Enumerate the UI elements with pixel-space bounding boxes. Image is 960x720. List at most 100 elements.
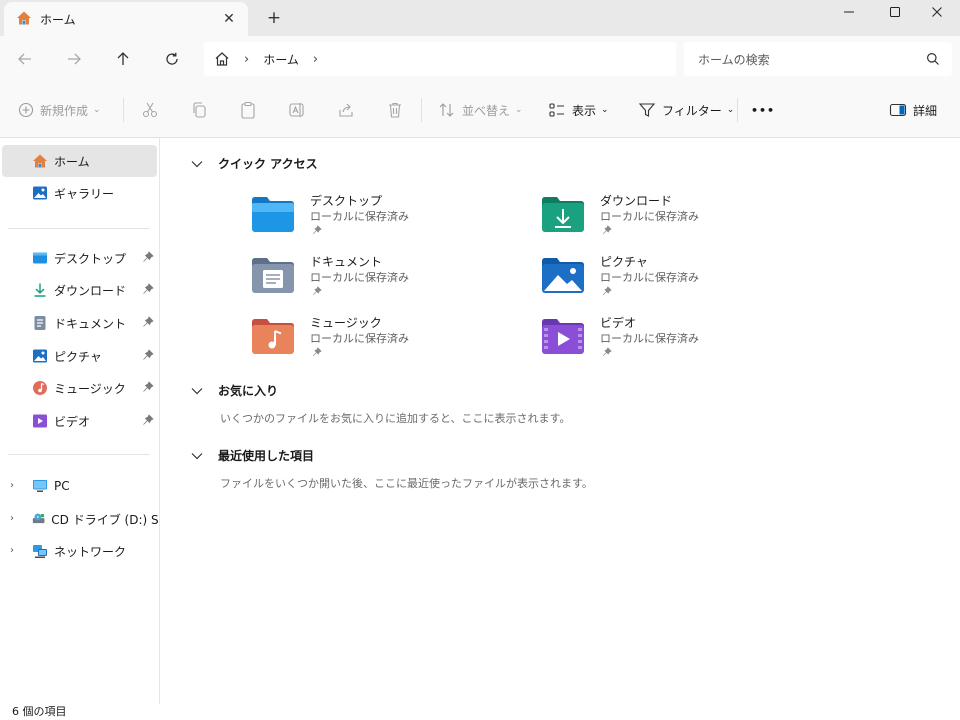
quick-access-item-documents[interactable]: ドキュメント ローカルに保存済み — [250, 253, 510, 313]
filter-button[interactable]: フィルター ⌄ — [638, 96, 734, 124]
sidebar-item-label: ホーム — [54, 154, 90, 169]
chevron-right-icon[interactable]: › — [10, 513, 14, 524]
home-icon — [33, 154, 47, 168]
chevron-down-icon[interactable] — [190, 160, 204, 168]
pin-icon[interactable] — [142, 316, 154, 328]
chevron-right-icon[interactable]: › — [244, 52, 249, 67]
item-name: ピクチャ — [600, 255, 648, 269]
back-button[interactable] — [12, 46, 38, 72]
sidebar-item-desktop[interactable]: デスクトップ — [0, 242, 158, 274]
sidebar-item-network[interactable]: › ネットワーク — [0, 535, 158, 567]
sidebar-divider — [8, 228, 150, 229]
sidebar-item-home[interactable]: ホーム — [2, 145, 157, 177]
sidebar-item-label: ドキュメント — [54, 316, 127, 331]
sidebar-item-documents[interactable]: ドキュメント — [0, 307, 158, 339]
filter-label: フィルター — [662, 103, 722, 118]
refresh-button[interactable] — [159, 46, 185, 72]
music-icon — [33, 381, 47, 395]
recent-empty-message: ファイルをいくつか開いた後、ここに最近使ったファイルが表示されます。 — [220, 477, 593, 490]
pin-icon — [313, 286, 322, 295]
quick-access-item-desktop[interactable]: デスクトップ ローカルに保存済み — [250, 192, 510, 252]
pin-icon — [603, 286, 612, 295]
sidebar-item-label: ピクチャ — [54, 349, 102, 364]
pin-icon — [603, 347, 612, 356]
search-input[interactable]: ホームの検索 — [684, 42, 952, 76]
pin-icon[interactable] — [142, 414, 154, 426]
chevron-down-icon: ⌄ — [515, 105, 523, 115]
details-pane-button[interactable]: 詳細 — [889, 96, 937, 124]
sidebar-item-pc[interactable]: › PC — [0, 470, 158, 502]
chevron-right-icon[interactable]: › — [10, 480, 14, 491]
delete-button[interactable] — [386, 96, 404, 124]
section-title: お気に入り — [218, 384, 279, 398]
chevron-down-icon[interactable] — [190, 387, 204, 395]
search-icon[interactable] — [926, 52, 940, 66]
rename-button[interactable] — [288, 96, 306, 124]
command-bar: 新規作成 ⌄ 並べ替え ⌄ 表示 ⌄ フィルター ⌄ ••• 詳細 — [0, 82, 960, 138]
minimize-button[interactable] — [826, 0, 872, 24]
breadcrumb-home[interactable]: ホーム — [263, 51, 299, 68]
address-bar[interactable]: › ホーム › — [204, 42, 676, 76]
item-status: ローカルに保存済み — [310, 271, 409, 284]
chevron-right-icon[interactable]: › — [313, 52, 318, 67]
item-name: ビデオ — [600, 316, 637, 330]
chevron-down-icon: ⌄ — [601, 105, 609, 115]
view-list-icon — [549, 103, 564, 117]
arrow-right-icon — [68, 53, 81, 65]
cut-button[interactable] — [141, 96, 159, 124]
paste-button[interactable] — [239, 96, 257, 124]
arrow-up-icon — [117, 52, 129, 65]
chevron-down-icon[interactable] — [190, 452, 204, 460]
quick-access-item-downloads[interactable]: ダウンロード ローカルに保存済み — [540, 192, 800, 252]
section-quick-access[interactable]: クイック アクセス — [190, 155, 318, 172]
sidebar-item-gallery[interactable]: ギャラリー — [0, 177, 158, 209]
pin-icon[interactable] — [142, 349, 154, 361]
sidebar-item-label: ダウンロード — [54, 283, 127, 298]
pictures-folder-icon — [542, 258, 584, 293]
title-bar: ホーム ✕ + — [0, 0, 960, 36]
status-bar: 6 個の項目 — [0, 704, 960, 720]
pin-icon[interactable] — [142, 381, 154, 393]
sidebar-item-music[interactable]: ミュージック — [0, 372, 158, 404]
section-favorites[interactable]: お気に入り — [190, 382, 278, 399]
item-status: ローカルに保存済み — [600, 210, 699, 223]
filter-icon — [638, 103, 656, 117]
details-label: 詳細 — [913, 103, 938, 118]
sidebar-item-pictures[interactable]: ピクチャ — [0, 340, 158, 372]
search-placeholder: ホームの検索 — [698, 52, 770, 67]
forward-button[interactable] — [61, 46, 87, 72]
item-status: ローカルに保存済み — [310, 332, 409, 345]
more-icon: ••• — [751, 103, 776, 117]
chevron-right-icon[interactable]: › — [10, 545, 14, 556]
new-button[interactable]: 新規作成 ⌄ — [18, 96, 101, 124]
quick-access-item-pictures[interactable]: ピクチャ ローカルに保存済み — [540, 253, 800, 313]
section-title: クイック アクセス — [218, 157, 318, 171]
close-window-button[interactable] — [914, 0, 960, 24]
quick-access-item-music[interactable]: ミュージック ローカルに保存済み — [250, 314, 510, 374]
new-tab-button[interactable]: + — [264, 8, 284, 28]
more-options-button[interactable]: ••• — [751, 96, 775, 124]
favorites-empty-message: いくつかのファイルをお気に入りに追加すると、ここに表示されます。 — [220, 412, 571, 425]
navigation-pane: ホーム ギャラリー デスクトップ ダウンロード ドキュメント ピクチャ ミュージ… — [0, 138, 160, 704]
toolbar-divider — [123, 98, 124, 122]
item-name: デスクトップ — [310, 194, 383, 208]
chevron-down-icon: ⌄ — [93, 105, 101, 115]
tab-home[interactable]: ホーム ✕ — [4, 2, 248, 36]
close-tab-icon[interactable]: ✕ — [220, 10, 238, 28]
pin-icon[interactable] — [142, 283, 154, 295]
share-button[interactable] — [337, 96, 355, 124]
sidebar-item-label: PC — [54, 479, 70, 493]
sidebar-item-downloads[interactable]: ダウンロード — [0, 274, 158, 306]
sidebar-item-cd-drive[interactable]: › CD ドライブ (D:) SSS_ — [0, 503, 158, 535]
copy-button[interactable] — [190, 96, 208, 124]
pin-icon[interactable] — [142, 251, 154, 263]
up-button[interactable] — [110, 46, 136, 72]
section-recent[interactable]: 最近使用した項目 — [190, 447, 314, 464]
sidebar-divider — [8, 454, 150, 455]
sidebar-item-videos[interactable]: ビデオ — [0, 405, 158, 437]
quick-access-item-videos[interactable]: ビデオ ローカルに保存済み — [540, 314, 800, 374]
sort-button[interactable]: 並べ替え ⌄ — [438, 96, 523, 124]
maximize-button[interactable] — [872, 0, 918, 24]
view-button[interactable]: 表示 ⌄ — [548, 96, 609, 124]
gallery-icon — [33, 186, 47, 200]
